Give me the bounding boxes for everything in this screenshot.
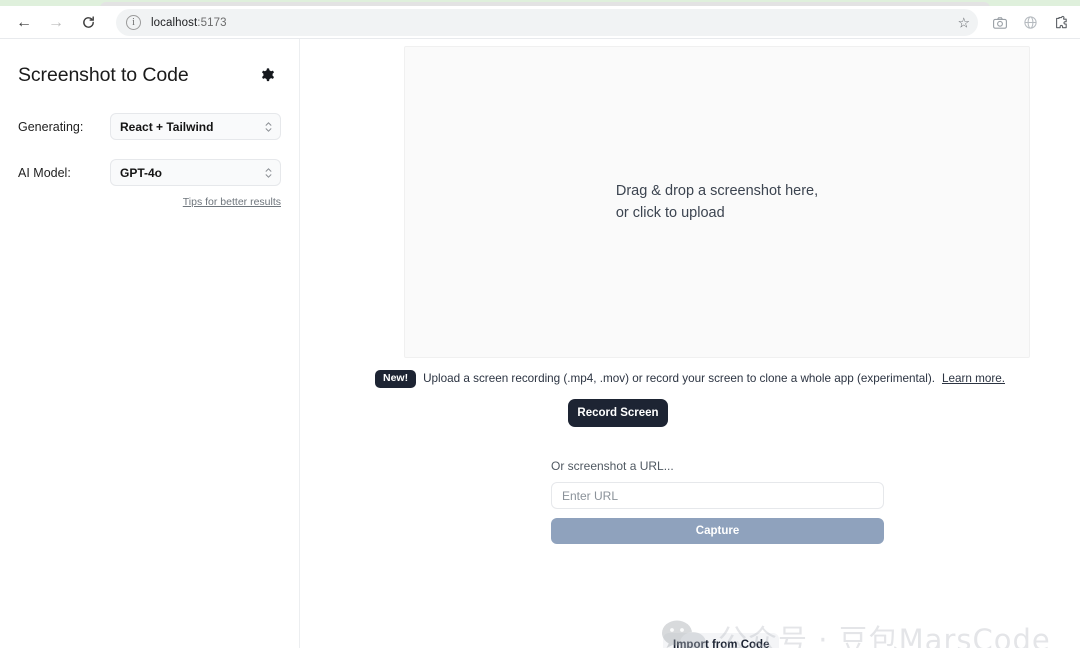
dropzone-line-2: or click to upload — [615, 205, 725, 221]
address-bar[interactable]: i localhost:5173 ☆ — [116, 9, 978, 36]
generating-select-value: React + Tailwind — [120, 119, 214, 134]
browser-chrome: ← → i localhost:5173 ☆ — [0, 0, 1080, 39]
sidebar-header: Screenshot to Code — [0, 39, 299, 87]
address-bar-url: localhost:5173 — [151, 17, 227, 29]
setting-row-ai-model: AI Model: GPT-4o — [0, 159, 299, 186]
back-button[interactable]: ← — [10, 9, 38, 37]
tips-row: Tips for better results — [0, 196, 299, 208]
page-title: Screenshot to Code — [18, 64, 189, 86]
ai-model-select-value: GPT-4o — [120, 165, 163, 180]
puzzle-icon[interactable] — [1053, 15, 1069, 31]
settings-gear-button[interactable] — [259, 67, 277, 85]
record-screen-button[interactable]: Record Screen — [568, 399, 668, 427]
ai-model-select[interactable]: GPT-4o — [110, 159, 281, 186]
setting-label-generating: Generating: — [18, 119, 84, 134]
camera-icon[interactable] — [992, 15, 1008, 31]
url-capture-section: Or screenshot a URL... Capture — [551, 459, 884, 544]
tips-link[interactable]: Tips for better results — [183, 196, 281, 208]
setting-row-generating: Generating: React + Tailwind — [0, 113, 299, 140]
reload-icon — [82, 16, 94, 28]
import-from-code-button[interactable]: Import from Code — [663, 633, 780, 648]
setting-label-ai-model: AI Model: — [18, 165, 71, 180]
dropzone-text: Drag & drop a screenshot here, or click … — [616, 180, 818, 224]
screen-recording-notice: New! Upload a screen recording (.mp4, .m… — [300, 370, 1080, 388]
url-port: :5173 — [197, 16, 227, 29]
browser-toolbar: ← → i localhost:5173 ☆ — [0, 6, 1080, 39]
arrow-left-icon: ← — [16, 13, 32, 31]
arrow-right-icon: → — [48, 13, 64, 31]
main-panel: Drag & drop a screenshot here, or click … — [300, 39, 1080, 648]
info-circle-icon[interactable]: i — [126, 15, 141, 30]
capture-button[interactable]: Capture — [551, 518, 884, 544]
url-host: localhost — [151, 16, 198, 29]
learn-more-link[interactable]: Learn more. — [942, 372, 1005, 385]
url-section-label: Or screenshot a URL... — [551, 459, 674, 473]
url-input[interactable] — [551, 482, 884, 509]
generating-select[interactable]: React + Tailwind — [110, 113, 281, 140]
chevron-updown-icon — [265, 121, 272, 132]
app-root: Screenshot to Code Generating: React + T… — [0, 39, 1080, 648]
forward-button[interactable]: → — [42, 9, 70, 37]
globe-icon[interactable] — [1023, 15, 1038, 30]
sidebar: Screenshot to Code Generating: React + T… — [0, 39, 300, 648]
dropzone-line-1: Drag & drop a screenshot here, — [615, 183, 819, 199]
reload-button[interactable] — [74, 9, 102, 37]
screenshot-dropzone[interactable]: Drag & drop a screenshot here, or click … — [404, 46, 1030, 358]
gear-icon — [262, 67, 274, 81]
new-badge: New! — [374, 370, 417, 388]
star-icon[interactable]: ☆ — [957, 14, 970, 31]
browser-toolbar-icons — [992, 15, 1069, 31]
chevron-updown-icon — [265, 167, 272, 178]
screen-recording-text: Upload a screen recording (.mp4, .mov) o… — [423, 372, 935, 386]
